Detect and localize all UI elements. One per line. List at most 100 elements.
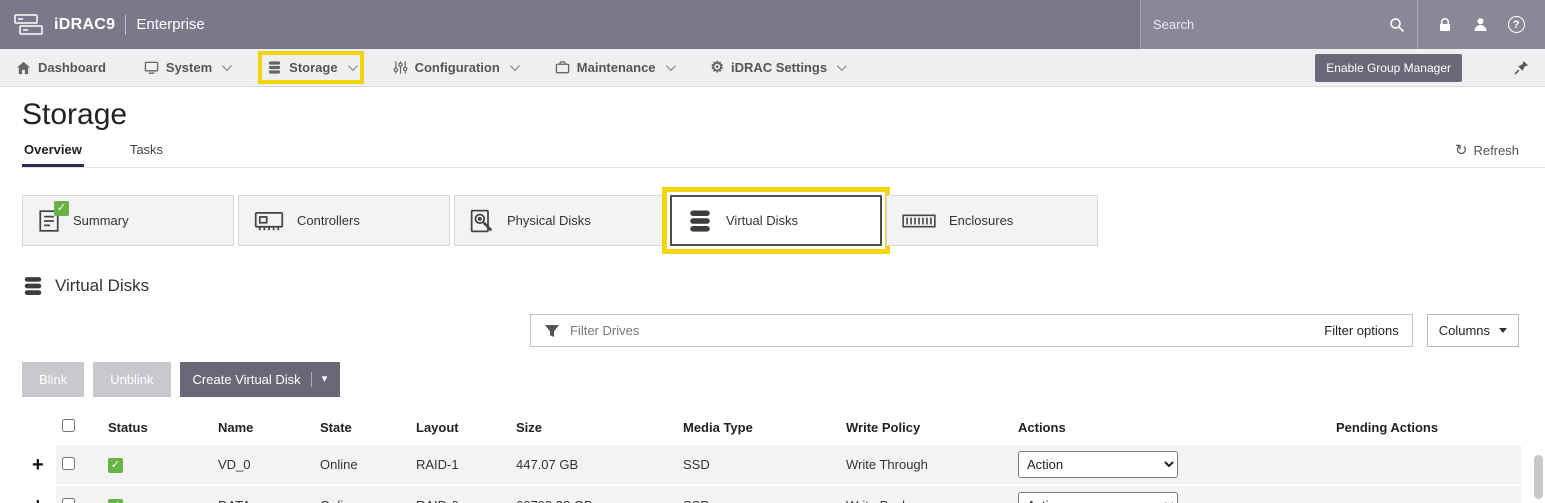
- status-ok-icon: ✓: [108, 499, 123, 503]
- vd-write-policy: Write Through: [840, 445, 1012, 484]
- create-virtual-disk-label: Create Virtual Disk: [193, 372, 301, 387]
- vd-media-type: SSD: [677, 486, 840, 503]
- card-virtual-disks[interactable]: Virtual Disks: [670, 195, 882, 246]
- caret-down-icon: ▾: [322, 374, 328, 385]
- nav-item-system[interactable]: System: [144, 60, 229, 75]
- page-title: Storage: [22, 98, 1545, 132]
- card-controllers[interactable]: Controllers: [238, 195, 450, 246]
- columns-label: Columns: [1439, 323, 1490, 338]
- nav-item-configuration[interactable]: Configuration: [393, 60, 517, 75]
- storage-icon: [267, 60, 282, 75]
- virtual-disks-table: Status Name State Layout Size Media Type…: [22, 409, 1521, 503]
- nav-label: iDRAC Settings: [731, 60, 827, 75]
- expand-row-button[interactable]: +: [28, 496, 48, 503]
- filter-options-link[interactable]: Filter options: [1324, 323, 1398, 338]
- pin-icon[interactable]: [1514, 60, 1529, 75]
- card-icon-wrap: ✓: [38, 209, 60, 233]
- vd-name: DATA: [212, 486, 314, 503]
- card-enclosures[interactable]: Enclosures: [886, 195, 1098, 246]
- filter-row: Filter options Columns: [22, 314, 1545, 347]
- card-label: Summary: [73, 213, 129, 228]
- vertical-scrollbar[interactable]: [1534, 455, 1543, 499]
- enclosures-icon: [902, 211, 936, 231]
- summary-ok-icon: ✓: [54, 201, 69, 216]
- status-ok-icon: ✓: [108, 458, 123, 473]
- vd-layout: RAID-1: [410, 445, 510, 484]
- controllers-icon: [254, 209, 284, 233]
- vd-media-type: SSD: [677, 445, 840, 484]
- columns-button[interactable]: Columns: [1427, 314, 1519, 347]
- chevron-down-icon: [222, 61, 232, 71]
- button-divider: [311, 372, 312, 387]
- header-write-policy: Write Policy: [840, 411, 1012, 443]
- topbar-search: [1140, 0, 1417, 49]
- create-virtual-disk-button[interactable]: Create Virtual Disk ▾: [180, 362, 341, 397]
- tab-bar: Overview Tasks ↻ Refresh: [22, 134, 1545, 168]
- tab-overview[interactable]: Overview: [22, 134, 84, 167]
- table-row-vd0: + ✓ VD_0 Online RAID-1 447.07 GB SSD Wri…: [22, 445, 1521, 484]
- card-summary[interactable]: ✓ Summary: [22, 195, 234, 246]
- action-select[interactable]: Action: [1018, 451, 1178, 478]
- search-icon[interactable]: [1389, 17, 1405, 33]
- lock-icon[interactable]: [1438, 17, 1452, 33]
- filter-drives-input[interactable]: [570, 323, 1314, 338]
- vd-state: Online: [314, 445, 410, 484]
- table-row-data: + ✓ DATA Online RAID-6 60798.38 GB SSD W…: [22, 486, 1521, 503]
- header-name: Name: [212, 411, 314, 443]
- card-physical-disks[interactable]: Physical Disks: [454, 195, 666, 246]
- caret-down-icon: [1499, 328, 1507, 333]
- header-pending-actions: Pending Actions: [1330, 411, 1521, 443]
- nav-item-storage[interactable]: Storage: [267, 60, 354, 75]
- nav-label: Storage: [289, 60, 337, 75]
- section-header: Virtual Disks: [22, 275, 1545, 297]
- header-size: Size: [510, 411, 677, 443]
- topbar-icon-group: ?: [1417, 0, 1545, 49]
- help-icon[interactable]: ?: [1508, 16, 1525, 33]
- enable-group-manager-button[interactable]: Enable Group Manager: [1315, 54, 1462, 82]
- brand-separator: [125, 15, 126, 35]
- system-icon: [144, 60, 159, 75]
- gear-icon: ⚙: [711, 60, 724, 75]
- home-icon: [16, 61, 31, 75]
- refresh-button[interactable]: ↻ Refresh: [1455, 141, 1519, 167]
- chevron-down-icon: [665, 61, 675, 71]
- nav-label: Maintenance: [577, 60, 656, 75]
- card-label: Enclosures: [949, 213, 1013, 228]
- nav-item-maintenance[interactable]: Maintenance: [555, 60, 673, 75]
- chevron-down-icon: [348, 61, 358, 71]
- vd-name: VD_0: [212, 445, 314, 484]
- header-layout: Layout: [410, 411, 510, 443]
- select-all-checkbox[interactable]: [62, 419, 75, 432]
- action-select[interactable]: Action: [1018, 492, 1178, 503]
- topbar: iDRAC9 Enterprise ?: [0, 0, 1545, 49]
- row-checkbox[interactable]: [62, 457, 75, 470]
- configuration-icon: [393, 60, 408, 75]
- row-checkbox[interactable]: [62, 498, 75, 503]
- refresh-label: Refresh: [1473, 143, 1519, 158]
- nav-item-dashboard[interactable]: Dashboard: [16, 60, 106, 75]
- card-label: Controllers: [297, 213, 360, 228]
- card-label: Virtual Disks: [726, 213, 798, 228]
- virtual-disks-toolbar: Blink Unblink Create Virtual Disk ▾: [22, 362, 1545, 397]
- tab-tasks[interactable]: Tasks: [128, 134, 165, 167]
- chevron-down-icon: [837, 61, 847, 71]
- nav-item-idrac-settings[interactable]: ⚙ iDRAC Settings: [711, 60, 845, 75]
- storage-cards: ✓ Summary Controllers Physic: [22, 195, 1545, 246]
- expand-header: [22, 411, 56, 443]
- nav-label: Configuration: [415, 60, 500, 75]
- nav-label: Dashboard: [38, 60, 106, 75]
- header-status: Status: [102, 411, 212, 443]
- page-content: Storage Overview Tasks ↻ Refresh ✓ Summa…: [0, 98, 1545, 503]
- vd-size: 60798.38 GB: [510, 486, 677, 503]
- search-input[interactable]: [1153, 17, 1381, 32]
- virtual-disks-section-icon: [22, 275, 44, 297]
- vd-layout: RAID-6: [410, 486, 510, 503]
- brand-name: iDRAC9: [54, 16, 115, 34]
- blink-button[interactable]: Blink: [22, 362, 84, 397]
- expand-row-button[interactable]: +: [28, 455, 48, 475]
- unblink-button[interactable]: Unblink: [93, 362, 170, 397]
- user-icon[interactable]: [1473, 17, 1488, 32]
- header-actions: Actions: [1012, 411, 1330, 443]
- section-title: Virtual Disks: [55, 276, 149, 296]
- main-nav: Dashboard System Storage Configuration: [0, 49, 1545, 87]
